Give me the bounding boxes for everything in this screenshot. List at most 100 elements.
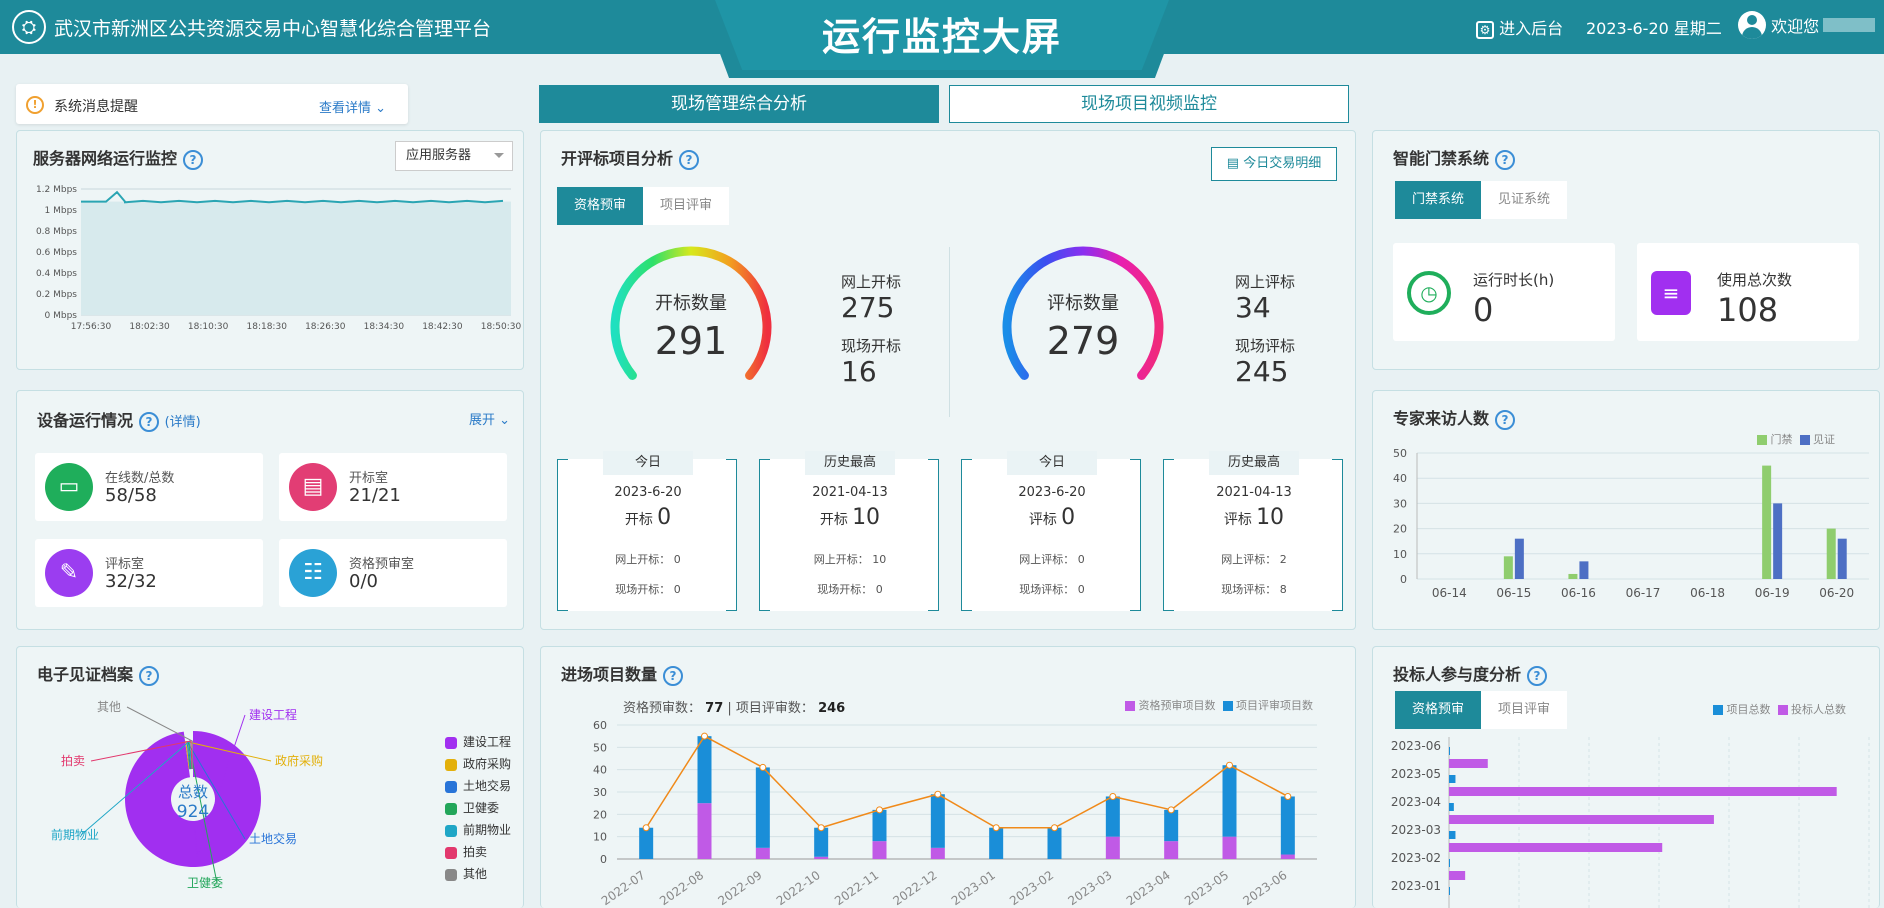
bidder-participation-panel: 投标人参与度分析? 资格预审 项目评审 项目总数 投标人总数 2023-06 20…: [1372, 646, 1880, 908]
bar-projects: [1449, 775, 1456, 783]
help-icon[interactable]: ?: [1527, 665, 1548, 686]
bar-review: [639, 827, 654, 859]
card-line2: 现场开标： 0: [817, 583, 883, 596]
card-line1: 网上开标： 10: [813, 553, 887, 566]
bar-review: [1280, 796, 1295, 855]
tab-video-monitor[interactable]: 现场项目视频监控: [949, 85, 1349, 123]
help-icon[interactable]: ?: [663, 665, 684, 686]
help-icon[interactable]: ?: [679, 149, 700, 170]
server-panel-title: 服务器网络运行监控?: [33, 145, 204, 170]
x-tick-label: 06-14: [1432, 586, 1467, 600]
bar-review: [697, 736, 712, 804]
open-count-total: 291: [654, 319, 728, 363]
expert-legend: 门禁 见证: [1757, 431, 1835, 447]
help-icon[interactable]: ?: [139, 411, 160, 432]
x-tick-label: 2022-07: [599, 868, 648, 908]
tab-prequal[interactable]: 资格预审: [557, 187, 643, 225]
tab-review[interactable]: 项目评审: [643, 187, 729, 225]
help-icon[interactable]: ?: [139, 665, 160, 686]
archive-pie-chart: 建设工程政府采购土地交易卫健委 前期物业 拍卖 其他总数924: [51, 700, 323, 890]
total-label: 总数: [178, 783, 208, 801]
help-icon[interactable]: ?: [1495, 409, 1516, 430]
bid-stat-card: 今日 2023-6-20 评标 0 网上评标： 0 现场评标： 0: [961, 451, 1141, 611]
legend-item[interactable]: 其他: [445, 865, 511, 887]
x-tick-label: 2022-12: [890, 868, 939, 908]
clipboard-clock-icon: ≡: [1651, 271, 1691, 315]
legend-item[interactable]: 卫健委: [445, 799, 511, 821]
tab-witness-system[interactable]: 见证系统: [1481, 181, 1567, 219]
y-tick-label: 2023-04: [1391, 795, 1441, 809]
device-detail-link[interactable]: (详情): [165, 415, 201, 430]
card-date: 2023-6-20: [614, 485, 682, 500]
bar-bidders: [1449, 871, 1466, 880]
device-card-bid-opening-room[interactable]: ▤ 开标室 21/21: [279, 453, 507, 521]
legend-item[interactable]: 前期物业: [445, 821, 511, 843]
legend-item[interactable]: 政府采购: [445, 755, 511, 777]
today-detail-button[interactable]: ▤ 今日交易明细: [1211, 147, 1337, 181]
x-tick-label: 18:34:30: [364, 322, 405, 332]
trend-point: [934, 790, 942, 798]
y-tick-label: 10: [593, 831, 607, 844]
legend-label: 前期物业: [463, 823, 512, 837]
y-tick-label: 50: [593, 741, 607, 754]
card-line1: 网上评标： 2: [1221, 553, 1287, 566]
bar-prequal: [1105, 836, 1120, 859]
x-tick-label: 2023-06: [1240, 868, 1289, 908]
legend-label: 建设工程: [463, 735, 512, 749]
y-tick-label: 0.4 Mbps: [36, 269, 77, 279]
gear-icon: ⚙: [1476, 21, 1494, 39]
expert-panel-title: 专家来访人数?: [1393, 405, 1516, 430]
y-tick-label: 50: [1393, 447, 1407, 460]
help-icon[interactable]: ?: [183, 149, 204, 170]
device-expand-link[interactable]: 展开 ⌄: [469, 409, 510, 428]
legend-item[interactable]: 建设工程: [445, 733, 511, 755]
device-card-evaluation-room[interactable]: ✎ 评标室 32/32: [35, 539, 263, 607]
card-date: 2021-04-13: [812, 485, 888, 500]
bar-access: [1503, 556, 1513, 579]
y-tick-label: 2023-06: [1391, 739, 1441, 753]
legend-label: 卫健委: [463, 801, 500, 815]
x-tick-label: 2022-08: [657, 868, 706, 908]
bar-review: [872, 809, 887, 842]
logo-icon: ⛭: [12, 10, 46, 44]
edit-icon: ✎: [45, 549, 93, 597]
bar-prequal: [1222, 836, 1237, 859]
bid-stat-card: 今日 2023-6-20 开标 0 网上开标： 0 现场开标： 0: [557, 451, 737, 611]
user-menu[interactable]: 欢迎您: [1738, 11, 1876, 39]
bar-access: [1568, 573, 1578, 579]
online-open-value: 275: [841, 291, 895, 324]
server-select[interactable]: 应用服务器: [395, 141, 513, 171]
x-tick-label: 2022-10: [774, 868, 823, 908]
bidder-legend: 项目总数 投标人总数: [1713, 701, 1846, 717]
x-tick-label: 18:02:30: [129, 322, 170, 332]
device-card-prequal-room[interactable]: ☷ 资格预审室 0/0: [279, 539, 507, 607]
legend-item[interactable]: 拍卖: [445, 843, 511, 865]
archive-panel-title: 电子见证档案?: [37, 661, 160, 686]
y-tick-label: 0.8 Mbps: [36, 227, 77, 237]
y-tick-label: 2023-05: [1391, 767, 1441, 781]
legend-item[interactable]: 土地交易: [445, 777, 511, 799]
help-icon[interactable]: ?: [1495, 149, 1516, 170]
y-tick-label: 40: [593, 764, 607, 777]
trend-point: [992, 824, 1000, 832]
y-tick-label: 1.2 Mbps: [36, 185, 77, 195]
bar-review: [1105, 796, 1120, 837]
tab-bidder-review[interactable]: 项目评审: [1481, 691, 1567, 729]
tab-access-system[interactable]: 门禁系统: [1395, 181, 1481, 219]
tab-bidder-prequal[interactable]: 资格预审: [1395, 691, 1481, 729]
bid-stat-card: 历史最高 2021-04-13 评标 10 网上评标： 2 现场评标： 8: [1163, 451, 1343, 611]
expert-visit-panel: 专家来访人数? 门禁 见证 0 10 20 30 40 50 06-14 06-15 06-16…: [1372, 390, 1880, 630]
bar-prequal: [930, 847, 945, 859]
tab-site-analysis[interactable]: 现场管理综合分析: [539, 85, 939, 123]
enter-backend-button[interactable]: ⚙ 进入后台: [1476, 15, 1563, 39]
onsite-eval-label: 现场评标: [1235, 337, 1296, 355]
device-card-online[interactable]: ▭ 在线数/总数 58/58: [35, 453, 263, 521]
chevron-down-icon: ⌄: [499, 413, 511, 428]
x-tick-label: 18:50:30: [481, 322, 522, 332]
notice-detail-link[interactable]: 查看详情 ⌄: [319, 97, 386, 116]
pie-label: 建设工程: [249, 707, 297, 722]
trend-point: [701, 732, 708, 740]
bar-prequal: [1164, 841, 1179, 859]
trend-point: [876, 806, 883, 814]
bar-review: [1222, 765, 1237, 837]
